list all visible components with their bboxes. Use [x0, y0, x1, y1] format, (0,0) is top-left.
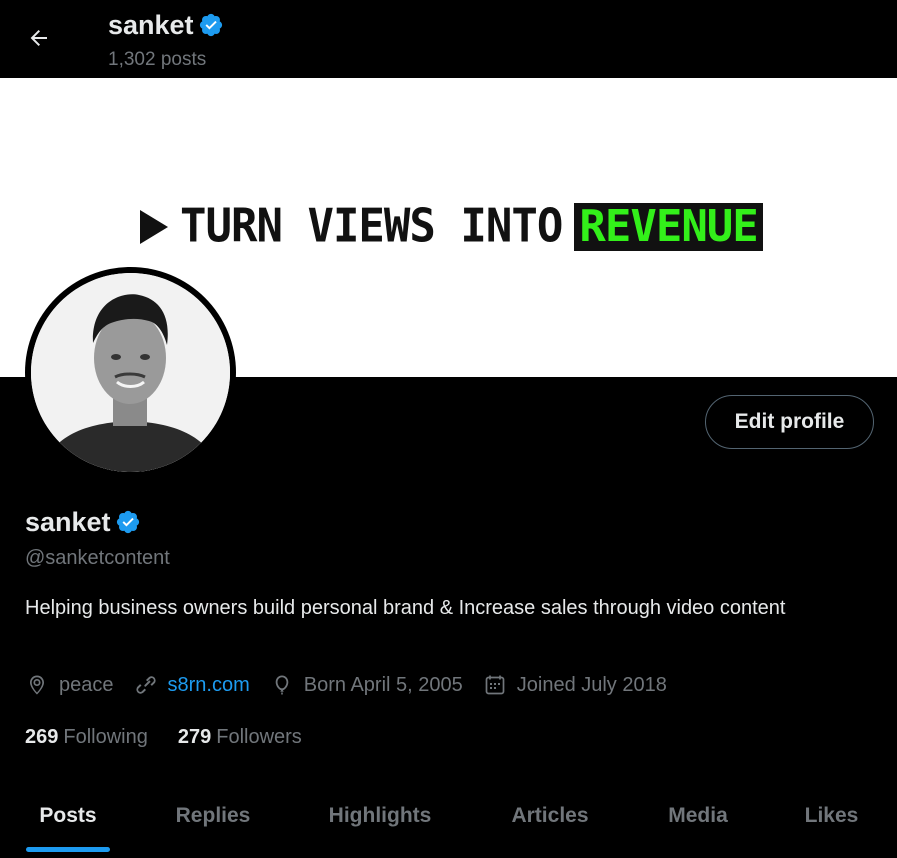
joined-item: Joined July 2018 — [483, 670, 667, 700]
avatar[interactable] — [25, 267, 236, 478]
profile-meta: peace s8rn.com Born April 5, 2005 Joined… — [25, 670, 687, 700]
followers-count: 279 — [177, 726, 212, 748]
arrow-left-icon — [30, 30, 47, 46]
location-item: peace — [25, 670, 114, 700]
tab-likes[interactable]: Likes — [766, 790, 897, 842]
profile-tabs: Posts Replies Highlights Articles Media … — [0, 790, 897, 858]
joined-text: Joined July 2018 — [516, 674, 667, 696]
header-name: sanket — [108, 10, 194, 40]
link-icon — [135, 676, 156, 694]
tab-highlights[interactable]: Highlights — [290, 790, 470, 842]
location-text: peace — [59, 674, 114, 696]
birthday-text: Born April 5, 2005 — [303, 674, 463, 696]
tab-media[interactable]: Media — [630, 790, 766, 842]
banner-headline: TURN VIEWS INTO REVENUE — [140, 199, 763, 254]
verified-badge-icon[interactable] — [115, 509, 141, 535]
balloon-icon — [275, 675, 289, 695]
active-tab-indicator — [26, 847, 110, 852]
location-pin-icon — [30, 675, 44, 695]
back-button[interactable] — [19, 18, 59, 58]
profile-name-row: sanket — [25, 505, 141, 539]
profile-handle: @sanketcontent — [25, 547, 170, 569]
following-label: Following — [63, 726, 148, 748]
birthday-item: Born April 5, 2005 — [270, 670, 463, 700]
following-link[interactable]: 269 Following — [25, 722, 148, 752]
profile-bio: Helping business owners build personal b… — [25, 597, 786, 619]
top-bar: sanket 1,302 posts — [0, 0, 897, 78]
tab-posts[interactable]: Posts — [0, 790, 136, 842]
play-icon — [140, 210, 168, 244]
verified-badge-icon[interactable] — [198, 12, 224, 38]
following-count: 269 — [25, 726, 59, 748]
follow-stats: 269 Following 279 Followers — [25, 722, 332, 752]
banner-highlight: REVENUE — [574, 203, 763, 251]
tab-articles[interactable]: Articles — [470, 790, 630, 842]
person-photo-icon — [31, 273, 230, 472]
profile-name: sanket — [25, 507, 111, 537]
website-link[interactable]: s8rn.com — [168, 670, 250, 700]
banner-text: TURN VIEWS INTO — [180, 199, 563, 254]
header-posts-count: 1,302 posts — [108, 49, 207, 70]
header-name-row: sanket — [108, 8, 224, 42]
tab-replies[interactable]: Replies — [136, 790, 290, 842]
followers-label: Followers — [216, 726, 302, 748]
avatar-photo — [31, 273, 230, 472]
edit-profile-button[interactable]: Edit profile — [705, 395, 874, 449]
followers-link[interactable]: 279 Followers — [178, 722, 302, 752]
calendar-icon — [485, 675, 505, 695]
website-item: s8rn.com — [134, 670, 250, 700]
